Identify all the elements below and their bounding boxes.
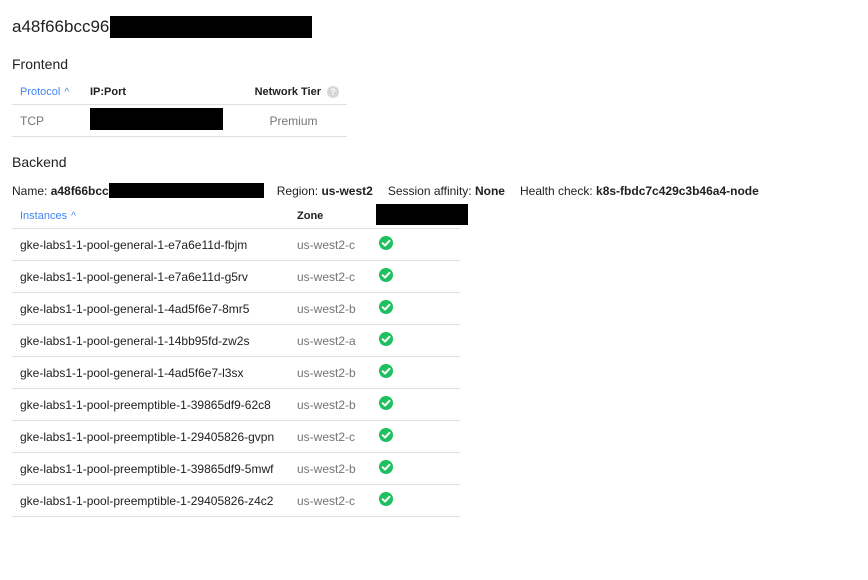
load-balancer-details: a48f66bcc96 Frontend Protocol ^ IP:Port N… — [0, 0, 868, 580]
check-circle-icon — [379, 364, 393, 378]
instance-row: gke-labs1-1-pool-general-1-14bb95fd-zw2s… — [12, 325, 460, 357]
instance-row: gke-labs1-1-pool-general-1-e7a6e11d-fbjm… — [12, 229, 460, 261]
redacted-title — [110, 16, 313, 38]
instances-sort-label[interactable]: Instances — [20, 210, 67, 222]
frontend-table: Protocol ^ IP:Port Network Tier? TCP Prem… — [12, 80, 347, 137]
backend-name-label: Name: — [12, 183, 48, 198]
redacted-ip-port — [90, 108, 223, 130]
zone-column-header: Zone — [297, 210, 324, 222]
instance-status — [377, 364, 460, 381]
check-circle-icon — [379, 300, 393, 314]
instance-name: gke-labs1-1-pool-general-1-4ad5f6e7-l3sx — [20, 365, 244, 380]
instance-name: gke-labs1-1-pool-general-1-e7a6e11d-g5rv — [20, 269, 248, 284]
instance-zone: us-west2-b — [297, 365, 356, 380]
page-title-text: a48f66bcc96 — [12, 17, 110, 36]
backend-info: Name: a48f66bcc Region: us-west2 Session… — [12, 183, 759, 198]
frontend-table-header: Protocol ^ IP:Port Network Tier? — [12, 80, 347, 105]
instance-name: gke-labs1-1-pool-preemptible-1-39865df9-… — [20, 461, 274, 476]
health-check-value[interactable]: k8s-fbdc7c429c3b46a4-node — [596, 184, 759, 198]
help-icon[interactable]: ? — [327, 86, 339, 99]
instance-zone: us-west2-b — [297, 461, 356, 476]
frontend-row: TCP Premium — [12, 105, 347, 137]
instance-zone: us-west2-c — [297, 493, 356, 508]
instance-row: gke-labs1-1-pool-preemptible-1-39865df9-… — [12, 389, 460, 421]
instance-status — [377, 300, 460, 317]
check-circle-icon — [379, 332, 393, 346]
instance-name: gke-labs1-1-pool-general-1-e7a6e11d-fbjm — [20, 237, 248, 252]
check-circle-icon — [379, 396, 393, 410]
instance-status — [377, 396, 460, 413]
instances-table: Instances ^ Zone gke-labs1-1-pool-general… — [12, 204, 468, 517]
check-circle-icon — [379, 492, 393, 506]
session-affinity-label: Session affinity: — [387, 183, 472, 198]
instance-name: gke-labs1-1-pool-general-1-14bb95fd-zw2s — [20, 333, 250, 348]
instance-status — [377, 428, 460, 445]
instance-zone: us-west2-c — [297, 269, 356, 284]
redacted-status-header — [376, 204, 468, 225]
instance-zone: us-west2-c — [297, 237, 356, 252]
chevron-up-icon[interactable]: ^ — [64, 87, 69, 98]
region-value: us-west2 — [321, 183, 373, 198]
instance-name: gke-labs1-1-pool-preemptible-1-29405826-… — [20, 493, 274, 508]
instance-zone: us-west2-b — [297, 301, 356, 316]
redacted-backend-name — [108, 183, 264, 198]
protocol-sort-label[interactable]: Protocol — [20, 86, 60, 98]
network-tier-column-header: Network Tier? — [240, 85, 347, 99]
instance-status — [377, 460, 460, 477]
instance-zone: us-west2-b — [297, 397, 356, 412]
instance-status — [377, 268, 460, 285]
backend-section-title: Backend — [12, 154, 67, 170]
instance-zone: us-west2-a — [297, 333, 356, 348]
instances-table-body: gke-labs1-1-pool-general-1-e7a6e11d-fbjm… — [12, 229, 460, 517]
check-circle-icon — [379, 428, 393, 442]
protocol-column-header[interactable]: Protocol ^ — [12, 86, 90, 98]
instance-zone: us-west2-c — [297, 429, 356, 444]
instance-row: gke-labs1-1-pool-general-1-4ad5f6e7-l3sx… — [12, 357, 460, 389]
ip-port-value — [90, 108, 240, 133]
instance-name: gke-labs1-1-pool-preemptible-1-29405826-… — [20, 429, 275, 444]
check-circle-icon — [379, 460, 393, 474]
instance-name: gke-labs1-1-pool-general-1-4ad5f6e7-8mr5 — [20, 301, 250, 316]
region-label: Region: — [276, 183, 319, 198]
ip-port-column-header: IP:Port — [90, 86, 127, 98]
protocol-value: TCP — [20, 113, 44, 128]
instances-column-header[interactable]: Instances ^ — [12, 210, 297, 222]
instance-status — [377, 332, 460, 349]
instance-row: gke-labs1-1-pool-general-1-e7a6e11d-g5rv… — [12, 261, 460, 293]
instance-status — [377, 492, 460, 509]
instances-table-header: Instances ^ Zone — [12, 204, 468, 229]
instance-row: gke-labs1-1-pool-preemptible-1-39865df9-… — [12, 453, 460, 485]
check-circle-icon — [379, 236, 393, 250]
backend-name-value: a48f66bcc — [50, 183, 109, 198]
health-check-label: Health check: — [519, 183, 593, 198]
page-title: a48f66bcc96 — [12, 16, 313, 38]
frontend-section-title: Frontend — [12, 56, 69, 72]
instance-status — [377, 236, 460, 253]
instance-row: gke-labs1-1-pool-preemptible-1-29405826-… — [12, 421, 460, 453]
check-circle-icon — [379, 268, 393, 282]
network-tier-value: Premium — [269, 113, 318, 128]
instance-row: gke-labs1-1-pool-preemptible-1-29405826-… — [12, 485, 460, 517]
instance-row: gke-labs1-1-pool-general-1-4ad5f6e7-8mr5… — [12, 293, 460, 325]
session-affinity-value: None — [474, 183, 505, 198]
network-tier-label: Network Tier — [254, 85, 321, 98]
instance-name: gke-labs1-1-pool-preemptible-1-39865df9-… — [20, 397, 271, 412]
chevron-up-icon[interactable]: ^ — [71, 211, 76, 222]
